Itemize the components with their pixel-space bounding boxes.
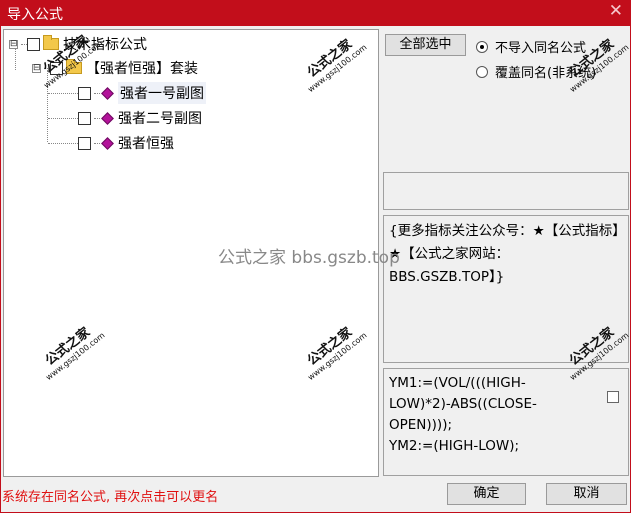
tree-item[interactable]: 强者恒强	[48, 133, 174, 153]
select-all-button[interactable]: 全部选中	[385, 34, 466, 56]
watermark-center: 公式之家 bbs.gszb.top	[218, 248, 400, 268]
rename-field[interactable]	[383, 172, 629, 210]
checkbox[interactable]	[78, 136, 91, 150]
window-title: 导入公式	[7, 7, 63, 23]
formula-icon	[101, 86, 114, 100]
description-text: {更多指标关注公众号：★【公式指标】★【公式之家网站：BBS.GSZB.TOP】…	[389, 223, 619, 285]
collapse-icon[interactable]: ⊟	[9, 39, 18, 49]
code-line: LOW)*2)-ABS((CLOSE-	[389, 396, 537, 412]
code-line: YM1:=(VOL/(((HIGH-	[389, 375, 526, 391]
checkbox[interactable]	[27, 37, 40, 51]
tree-item-label: 强者恒强	[118, 136, 174, 152]
status-message: 系统存在同名公式, 再次点击可以更名	[2, 490, 219, 505]
tree-item[interactable]: 强者一号副图	[48, 82, 206, 104]
checkbox[interactable]	[78, 86, 91, 100]
folder-icon	[43, 35, 59, 50]
tree-item-label: 强者二号副图	[118, 111, 202, 127]
tree-item[interactable]: 强者二号副图	[48, 108, 202, 128]
radio-label: 不导入同名公式	[495, 41, 587, 56]
ok-button[interactable]: 确定	[447, 483, 526, 505]
formula-icon	[101, 136, 114, 150]
tree-node-label: 【强者恒强】套装	[86, 61, 198, 77]
radio-button[interactable]	[476, 65, 488, 78]
tree-item-label: 强者一号副图	[118, 82, 206, 104]
cancel-button[interactable]: 取消	[546, 483, 627, 505]
radio-no-import[interactable]: 不导入同名公式	[476, 37, 586, 56]
formula-icon	[101, 111, 114, 125]
checkbox[interactable]	[78, 111, 91, 125]
code-checkbox[interactable]	[607, 391, 619, 403]
formula-code: YM1:=(VOL/(((HIGH- LOW)*2)-ABS((CLOSE- O…	[389, 373, 589, 457]
formula-code-box[interactable]: YM1:=(VOL/(((HIGH- LOW)*2)-ABS((CLOSE- O…	[383, 368, 629, 476]
radio-button[interactable]	[476, 40, 488, 53]
title-bar: 导入公式 ✕	[0, 0, 631, 26]
close-icon[interactable]: ✕	[609, 1, 623, 21]
code-line: YM2:=(HIGH-LOW);	[389, 438, 520, 454]
code-line: OPEN))));	[389, 417, 453, 433]
